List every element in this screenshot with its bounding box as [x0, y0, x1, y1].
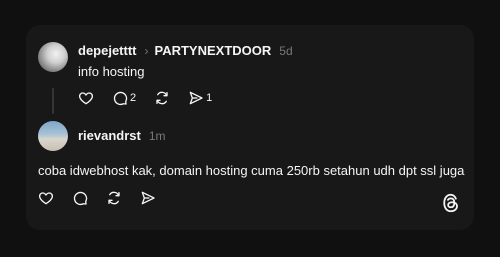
post-text: coba idwebhost kak, domain hosting cuma … [38, 163, 465, 178]
thread-connector-line [52, 88, 54, 114]
comment-icon [113, 91, 128, 106]
comment-icon [73, 191, 88, 206]
post-timestamp[interactable]: 1m [149, 129, 166, 143]
repost-icon [108, 191, 120, 205]
threads-logo-icon[interactable] [442, 193, 460, 218]
username[interactable]: rievandrst [78, 128, 141, 143]
like-button[interactable] [38, 190, 54, 206]
like-button[interactable] [78, 90, 94, 106]
send-icon [141, 191, 155, 205]
heart-icon [38, 192, 54, 205]
avatar[interactable] [38, 42, 68, 72]
post-header: depejetttt › PARTYNEXTDOOR 5d [78, 43, 293, 58]
repost-button[interactable] [106, 190, 122, 206]
share-count: 1 [206, 92, 213, 104]
thread-card: depejetttt › PARTYNEXTDOOR 5d info hosti… [26, 25, 474, 230]
chevron-right-icon: › [144, 43, 149, 58]
send-icon [189, 91, 203, 105]
post-text: info hosting [78, 64, 145, 79]
username[interactable]: depejetttt [78, 43, 137, 58]
replying-to-username[interactable]: PARTYNEXTDOOR [155, 43, 272, 58]
share-button[interactable]: 1 [188, 90, 212, 106]
repost-icon [156, 91, 168, 105]
comment-button[interactable] [72, 190, 88, 206]
avatar[interactable] [38, 121, 68, 151]
heart-icon [78, 92, 94, 105]
post-actions [38, 190, 174, 206]
comment-count: 2 [130, 92, 137, 104]
repost-button[interactable] [154, 90, 170, 106]
post-header: rievandrst 1m [78, 128, 166, 143]
comment-button[interactable]: 2 [112, 90, 136, 106]
share-button[interactable] [140, 190, 156, 206]
post-timestamp[interactable]: 5d [279, 44, 292, 58]
post-actions: 2 1 [78, 90, 230, 106]
